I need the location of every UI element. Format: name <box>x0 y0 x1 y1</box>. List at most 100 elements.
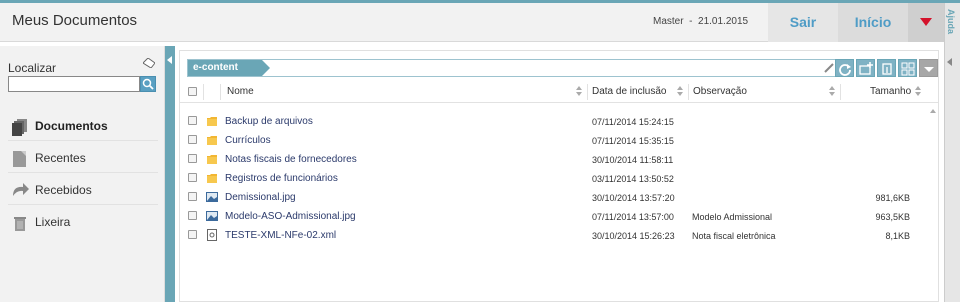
search-icon <box>142 78 154 90</box>
sidebar-item-documentos[interactable]: Documentos <box>8 111 158 141</box>
sidebar-item-label: Documentos <box>35 119 108 133</box>
file-size: 8,1KB <box>885 231 910 241</box>
column-header-obs[interactable]: Observação <box>693 86 747 97</box>
column-divider <box>840 84 841 100</box>
table-row[interactable]: Currículos 07/11/2014 15:35:15 <box>180 131 925 150</box>
search-input[interactable] <box>8 76 140 92</box>
user-name: Master <box>653 16 684 27</box>
column-header-size[interactable]: Tamanho <box>870 86 911 97</box>
sidebar-collapse-handle[interactable] <box>165 46 175 302</box>
trash-icon <box>14 217 26 231</box>
dropdown-arrow-icon <box>924 67 934 72</box>
dropdown-menu-button[interactable] <box>908 3 944 42</box>
folder-icon <box>207 174 217 183</box>
sidebar-item-lixeira[interactable]: Lixeira <box>8 207 158 237</box>
help-label: Ajuda <box>946 9 956 35</box>
file-name[interactable]: Notas fiscais de fornecedores <box>225 154 357 165</box>
search-button[interactable] <box>140 76 156 92</box>
scroll-up-icon[interactable] <box>930 109 936 113</box>
column-divider <box>688 84 689 100</box>
row-checkbox[interactable] <box>188 135 197 144</box>
received-icon <box>13 183 29 196</box>
image-file-icon <box>206 211 218 221</box>
folder-icon <box>207 136 217 145</box>
search-label: Localizar <box>8 61 57 75</box>
row-checkbox[interactable] <box>188 192 197 201</box>
column-header-name[interactable]: Nome <box>227 86 254 97</box>
help-tab[interactable]: Ajuda <box>944 3 960 302</box>
file-size: 981,6KB <box>875 193 910 203</box>
grid-view-icon <box>901 62 915 76</box>
file-browser: e-content Nome Data de inclusão Observaç… <box>179 50 939 302</box>
file-date: 07/11/2014 13:57:00 <box>592 212 674 222</box>
current-date: 21.01.2015 <box>698 16 749 27</box>
file-name[interactable]: Backup de arquivos <box>225 116 313 127</box>
row-checkbox[interactable] <box>188 154 197 163</box>
file-name[interactable]: Currículos <box>225 135 271 146</box>
table-row[interactable]: Notas fiscais de fornecedores 30/10/2014… <box>180 150 925 169</box>
file-name[interactable]: TESTE-XML-NFe-02.xml <box>225 230 336 241</box>
file-obs: Nota fiscal eletrônica <box>692 231 776 241</box>
top-bar: Meus Documentos Master - 21.01.2015 Sair… <box>0 0 960 42</box>
table-row[interactable]: Registros de funcionários 03/11/2014 13:… <box>180 169 925 188</box>
refresh-icon <box>839 64 851 76</box>
new-file-icon <box>882 63 892 75</box>
edit-path-icon[interactable] <box>823 62 835 74</box>
page-title: Meus Documentos <box>12 12 138 29</box>
table-row[interactable]: Modelo-ASO-Admissional.jpg 07/11/2014 13… <box>180 207 925 226</box>
row-checkbox[interactable] <box>188 230 197 239</box>
sort-icon[interactable] <box>829 85 835 97</box>
more-options-button[interactable] <box>919 59 938 77</box>
file-size: 963,5KB <box>875 212 910 222</box>
row-checkbox[interactable] <box>188 211 197 220</box>
sidebar: Localizar Documentos Recentes Recebidos … <box>0 46 165 302</box>
select-all-checkbox[interactable] <box>188 87 197 96</box>
info-separator: - <box>689 16 693 27</box>
file-date: 30/10/2014 15:26:23 <box>592 231 675 241</box>
sort-icon[interactable] <box>915 85 921 97</box>
file-date: 07/11/2014 15:24:15 <box>592 117 674 127</box>
breadcrumb-arrow <box>262 60 270 76</box>
file-date: 03/11/2014 13:50:52 <box>592 174 674 184</box>
documents-icon <box>12 119 27 136</box>
dropdown-arrow-icon <box>920 18 932 26</box>
collapse-left-icon <box>167 56 172 64</box>
file-name[interactable]: Modelo-ASO-Admissional.jpg <box>225 211 356 222</box>
file-obs: Modelo Admissional <box>692 212 773 222</box>
column-divider <box>203 84 204 100</box>
row-checkbox[interactable] <box>188 116 197 125</box>
view-toggle-button[interactable] <box>898 59 917 77</box>
expand-right-icon[interactable] <box>947 58 952 66</box>
sort-icon[interactable] <box>576 85 582 97</box>
table-row[interactable]: Demissional.jpg 30/10/2014 13:57:20 981,… <box>180 188 925 207</box>
eraser-icon[interactable] <box>143 58 155 68</box>
logout-button[interactable]: Sair <box>768 3 838 42</box>
sidebar-item-label: Recentes <box>35 151 86 165</box>
column-header-date[interactable]: Data de inclusão <box>592 86 667 97</box>
home-button[interactable]: Início <box>838 3 908 42</box>
file-name[interactable]: Demissional.jpg <box>225 192 296 203</box>
recent-icon <box>13 151 26 167</box>
xml-file-icon <box>207 229 217 241</box>
table-row[interactable]: TESTE-XML-NFe-02.xml 30/10/2014 15:26:23… <box>180 226 925 245</box>
table-row[interactable]: Backup de arquivos 07/11/2014 15:24:15 <box>180 112 925 131</box>
sidebar-item-recebidos[interactable]: Recebidos <box>8 175 158 205</box>
new-folder-icon <box>859 62 873 75</box>
path-bar: e-content <box>187 59 837 77</box>
sidebar-item-label: Lixeira <box>35 215 71 229</box>
image-file-icon <box>206 192 218 202</box>
sort-icon[interactable] <box>677 85 683 97</box>
new-file-button[interactable] <box>877 59 896 77</box>
file-name[interactable]: Registros de funcionários <box>225 173 338 184</box>
new-folder-button[interactable] <box>856 59 875 77</box>
user-info: Master - 21.01.2015 <box>653 16 748 27</box>
column-divider <box>220 84 221 100</box>
sidebar-item-label: Recebidos <box>35 183 92 197</box>
file-date: 30/10/2014 13:57:20 <box>592 193 675 203</box>
folder-icon <box>207 155 217 164</box>
breadcrumb[interactable]: e-content <box>188 60 262 76</box>
row-checkbox[interactable] <box>188 173 197 182</box>
refresh-button[interactable] <box>835 59 854 77</box>
sidebar-item-recentes[interactable]: Recentes <box>8 143 158 173</box>
folder-icon <box>207 117 217 126</box>
